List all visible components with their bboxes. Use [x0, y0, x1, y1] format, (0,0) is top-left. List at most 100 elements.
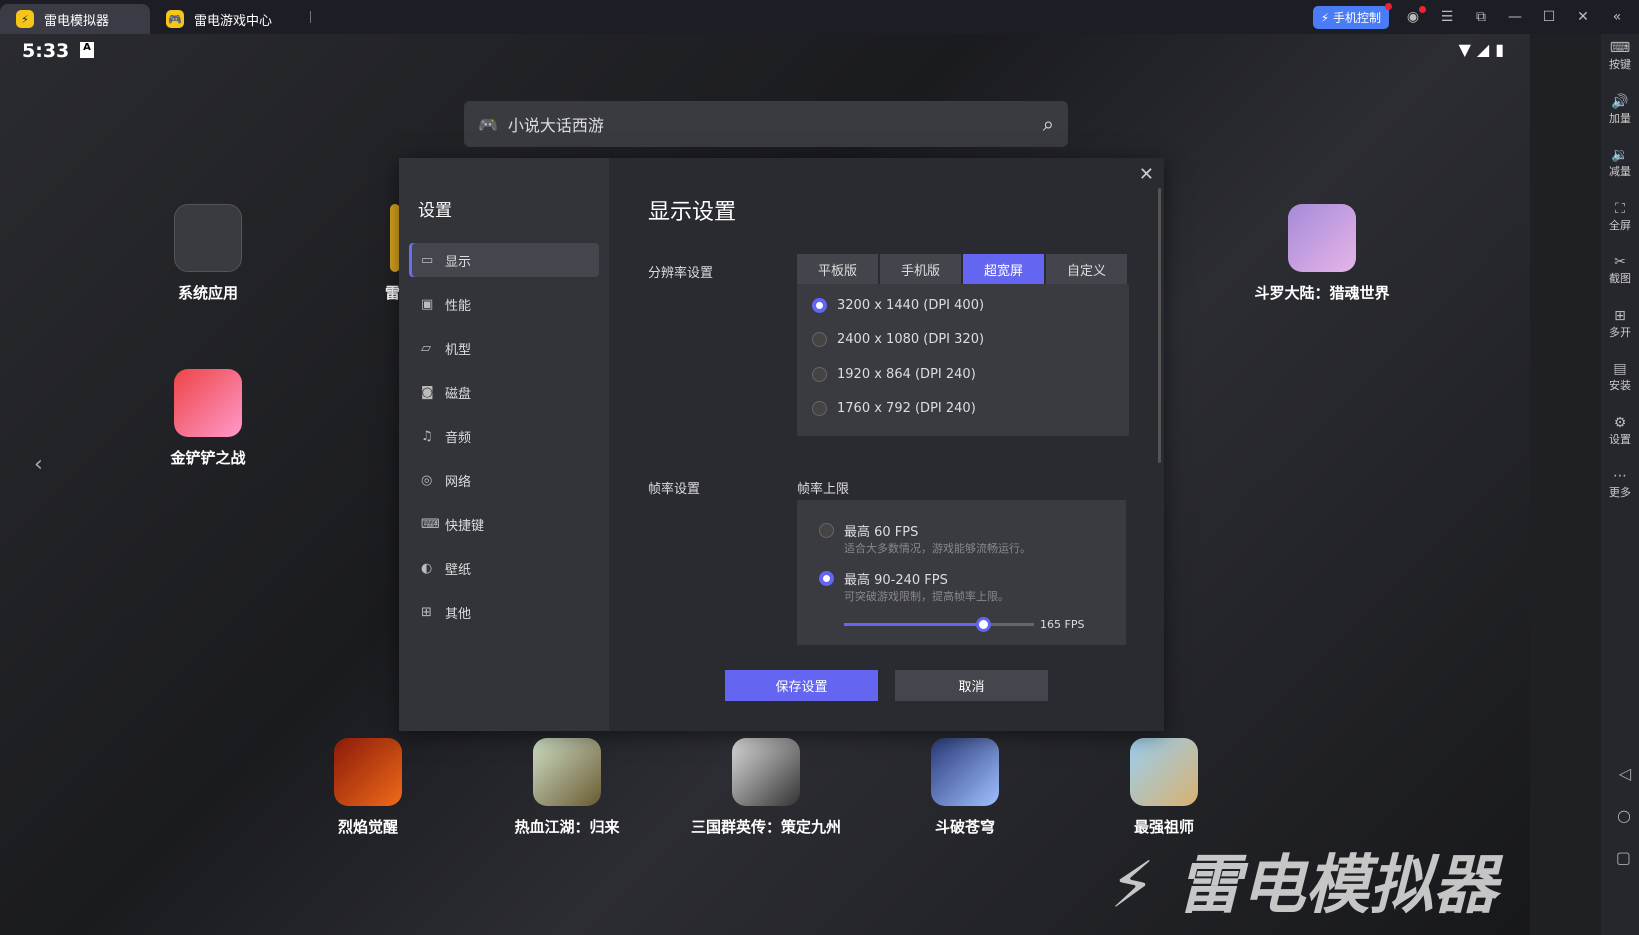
app-system[interactable]: 系统应用	[138, 204, 278, 303]
toolbar-volume-up[interactable]: 🔊 加量	[1609, 94, 1631, 148]
mode-ultrawide[interactable]: 超宽屏	[963, 254, 1044, 284]
toolbar-label: 按键	[1609, 58, 1631, 71]
resolution-option[interactable]: 1760 x 792 (DPI 240)	[812, 392, 1129, 427]
collapse-icon[interactable]: «	[1607, 9, 1627, 25]
back-icon[interactable]: ◁	[1619, 764, 1631, 783]
recents-icon[interactable]: ▢	[1616, 848, 1631, 867]
account-icon[interactable]: ◉	[1403, 6, 1426, 25]
scrollbar[interactable]	[1158, 188, 1161, 463]
mode-segment: 平板版 手机版 超宽屏 自定义	[797, 254, 1127, 284]
mode-custom[interactable]: 自定义	[1046, 254, 1127, 284]
fps-option[interactable]: 最高 90-240 FPS	[819, 568, 1126, 588]
mode-phone[interactable]: 手机版	[880, 254, 961, 284]
menu-label: 显示	[445, 254, 472, 270]
app-lieyan[interactable]: 烈焰觉醒	[298, 738, 438, 837]
phone-control-button[interactable]: ⚡ 手机控制	[1312, 2, 1392, 29]
option-label: 3200 x 1440 (DPI 400)	[837, 297, 985, 313]
more-icon: ⋯	[1613, 468, 1627, 484]
volume-up-icon: 🔊	[1611, 93, 1629, 110]
search-bar[interactable]: 🎮 小说大话西游 ⌕	[464, 101, 1068, 147]
close-icon[interactable]: ✕	[1139, 164, 1154, 185]
menu-label: 快捷键	[445, 518, 485, 534]
radio[interactable]	[812, 366, 827, 382]
scissors-icon: ✂	[1614, 254, 1626, 270]
ld-logo-icon: ⚡	[16, 10, 34, 28]
maximize-icon[interactable]: ☐	[1539, 9, 1559, 25]
notification-dot	[1419, 6, 1426, 13]
toolbar-fullscreen[interactable]: ⛶ 全屏	[1609, 201, 1631, 255]
option-hint: 适合大多数情况，游戏能够流畅运行。	[844, 542, 1031, 555]
menu-wallpaper[interactable]: ◐ 壁纸	[409, 551, 599, 585]
resolution-label: 分辨率设置	[648, 266, 714, 281]
menu-shortcuts[interactable]: ⌨ 快捷键	[409, 507, 599, 541]
home-icon[interactable]: ○	[1617, 806, 1631, 825]
radio-selected[interactable]	[812, 297, 827, 313]
tab-game-center[interactable]: 🎮 雷电游戏中心	[150, 4, 300, 34]
fps-slider[interactable]	[844, 617, 1034, 632]
radio[interactable]	[819, 522, 834, 538]
resolution-option[interactable]: 2400 x 1080 (DPI 320)	[812, 323, 1129, 358]
minimize-icon[interactable]: —	[1505, 9, 1525, 25]
search-icon[interactable]: ⌕	[1043, 112, 1054, 136]
fps-option[interactable]: 最高 60 FPS	[819, 520, 1126, 540]
app-label: 系统应用	[177, 284, 238, 302]
toolbar-screenshot[interactable]: ✂ 截图	[1609, 254, 1631, 308]
slider-knob[interactable]	[975, 617, 991, 632]
resize-icon[interactable]: ⧉	[1471, 9, 1491, 25]
cancel-button[interactable]: 取消	[895, 670, 1048, 701]
multi-instance-icon: ⊞	[1614, 307, 1626, 324]
app-doupo[interactable]: 斗破苍穹	[895, 738, 1035, 837]
option-label: 最高 90-240 FPS	[844, 572, 948, 588]
menu-display[interactable]: ▭ 显示	[409, 243, 599, 277]
app-label: 三国群英传：策定九州	[690, 818, 841, 836]
settings-title: 设置	[418, 201, 452, 221]
app-hidden[interactable]: 雷	[330, 204, 400, 303]
app-zuiqiang[interactable]: 最强祖师	[1094, 738, 1234, 837]
radio[interactable]	[812, 401, 827, 417]
toolbar-install[interactable]: ▤ 安装	[1609, 361, 1631, 415]
app-icon	[732, 738, 800, 806]
menu-label: 机型	[445, 342, 472, 358]
folder-icon: ▱	[421, 340, 431, 356]
menu-icon[interactable]: ☰	[1437, 9, 1457, 25]
app-icon	[931, 738, 999, 806]
app-sanguo[interactable]: 三国群英传：策定九州	[686, 738, 846, 837]
close-icon[interactable]: ✕	[1573, 9, 1593, 25]
app-rexue[interactable]: 热血江湖：归来	[497, 738, 637, 837]
radio-selected[interactable]	[819, 570, 834, 586]
app-douluo[interactable]: 斗罗大陆：猎魂世界	[1252, 204, 1392, 303]
toolbar-keymap[interactable]: ⌨ 按键	[1609, 40, 1631, 94]
toolbar-label: 更多	[1609, 486, 1631, 499]
menu-disk[interactable]: ◙ 磁盘	[409, 375, 599, 409]
settings-content: ✕ 显示设置 分辨率设置 平板版 手机版 超宽屏 自定义 3200 x 1440…	[609, 158, 1164, 731]
option-label: 1920 x 864 (DPI 240)	[837, 366, 976, 382]
resolution-option[interactable]: 1920 x 864 (DPI 240)	[812, 357, 1129, 392]
mode-tablet[interactable]: 平板版	[797, 254, 878, 284]
menu-model[interactable]: ▱ 机型	[409, 331, 599, 365]
app-icon	[1130, 738, 1198, 806]
menu-audio[interactable]: ♫ 音频	[409, 419, 599, 453]
option-label: 最高 60 FPS	[844, 524, 919, 540]
radio[interactable]	[812, 332, 827, 348]
notification-dot	[1385, 2, 1392, 10]
tab-emulator[interactable]: ⚡ 雷电模拟器	[0, 4, 150, 34]
save-button[interactable]: 保存设置	[725, 670, 878, 701]
menu-network[interactable]: ◎ 网络	[409, 463, 599, 497]
toolbar-label: 安装	[1609, 379, 1631, 392]
toolbar-multi[interactable]: ⊞ 多开	[1609, 308, 1631, 362]
menu-other[interactable]: ⊞ 其他	[409, 595, 599, 629]
fps-sublabel: 帧率上限	[797, 482, 850, 497]
menu-label: 其他	[445, 606, 472, 622]
app-icon	[533, 738, 601, 806]
toolbar-settings[interactable]: ⚙ 设置	[1609, 415, 1631, 469]
title-bar: ⚡ 雷电模拟器 🎮 雷电游戏中心 ⚡ 手机控制 ◉ ☰ ⧉ — ☐ ✕ «	[0, 0, 1639, 34]
search-input[interactable]: 小说大话西游	[508, 112, 604, 136]
phone-control-label: 手机控制	[1332, 10, 1381, 25]
toolbar-label: 截图	[1609, 272, 1631, 285]
toolbar-volume-down[interactable]: 🔉 减量	[1609, 147, 1631, 201]
toolbar-label: 减量	[1609, 165, 1631, 178]
resolution-option[interactable]: 3200 x 1440 (DPI 400)	[812, 288, 1129, 323]
toolbar-more[interactable]: ⋯ 更多	[1609, 468, 1631, 522]
menu-performance[interactable]: ▣ 性能	[409, 287, 599, 321]
gamepad-icon: 🎮	[166, 10, 184, 28]
